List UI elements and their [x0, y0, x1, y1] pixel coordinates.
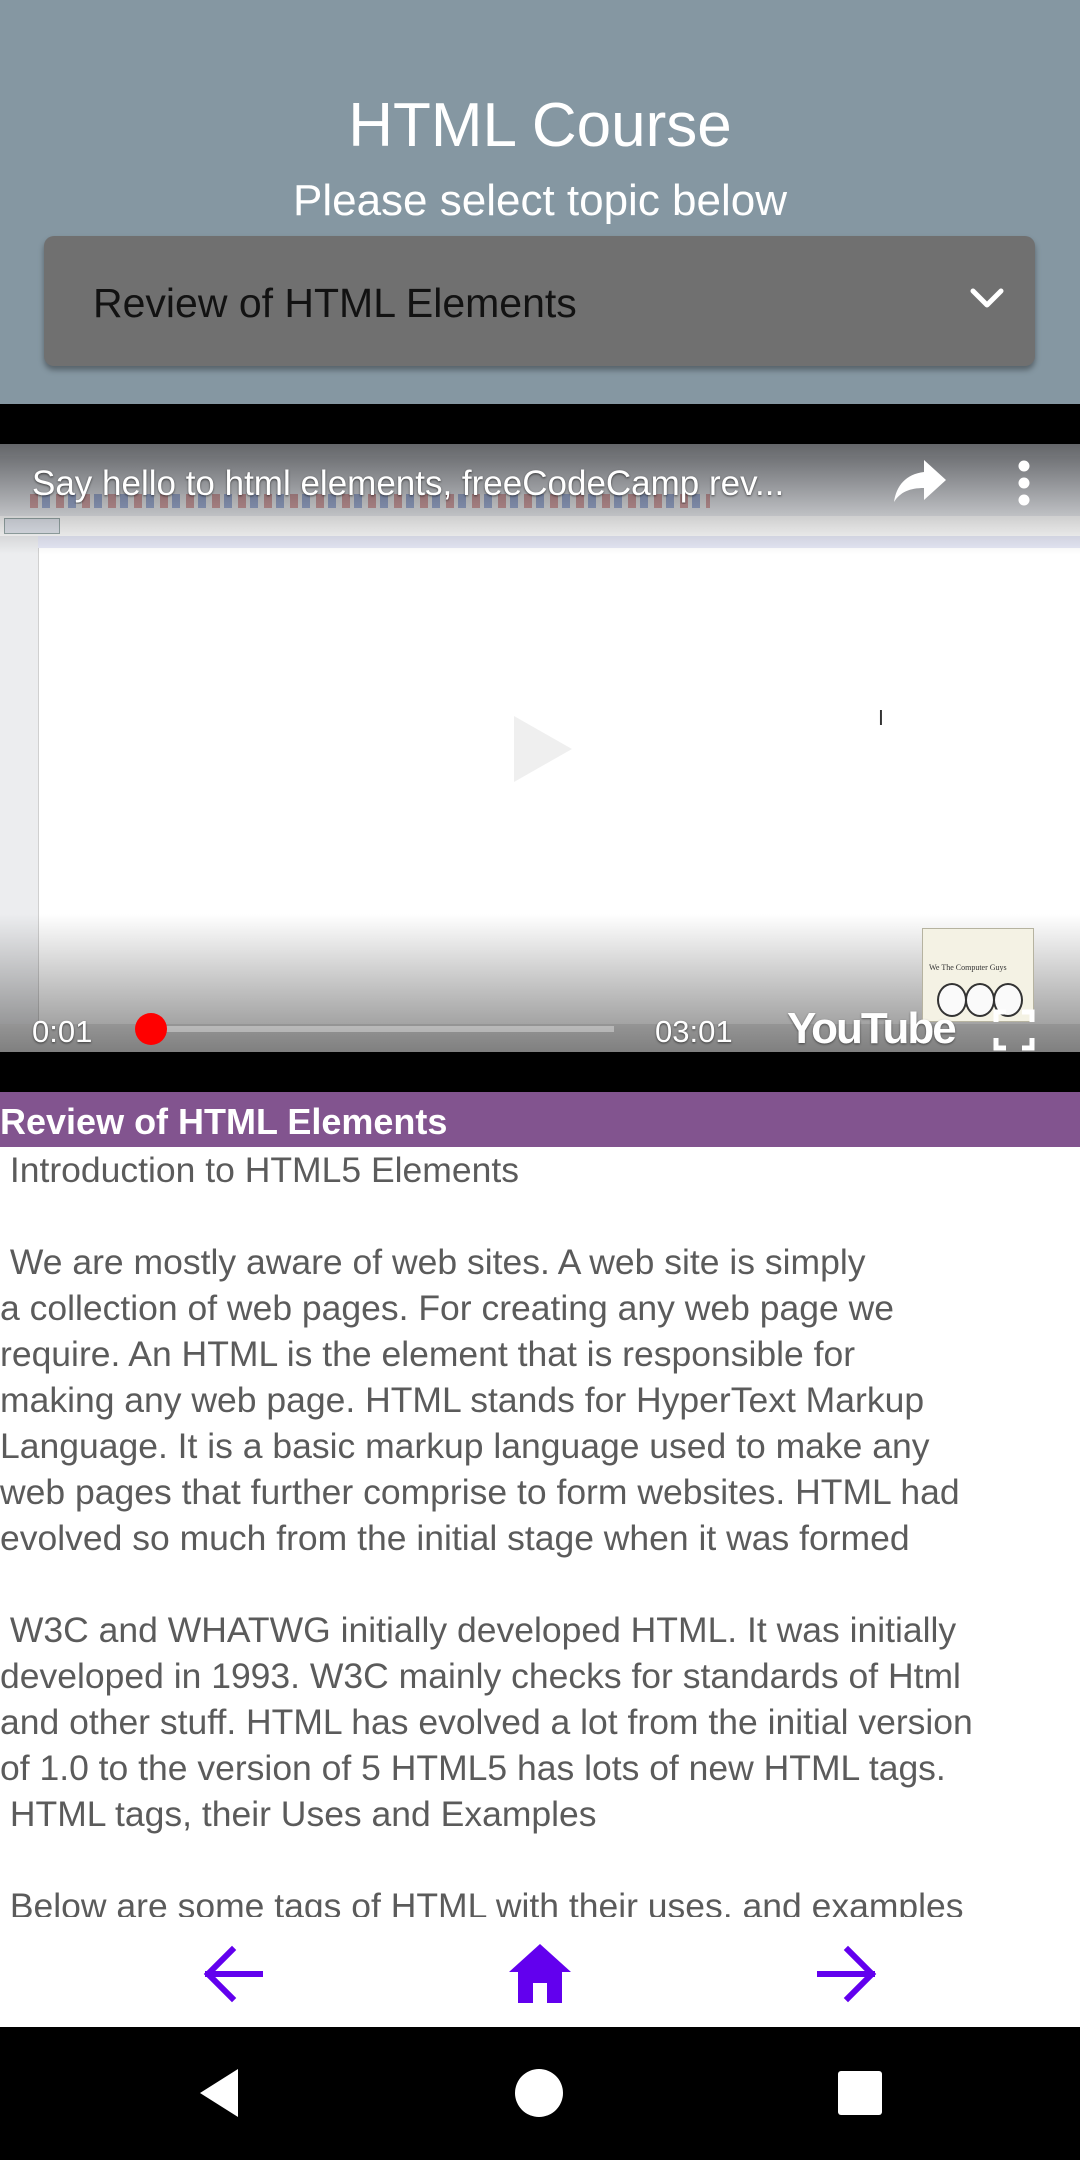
chevron-down-icon	[965, 276, 1009, 320]
next-button[interactable]	[812, 1939, 882, 2009]
text-cursor-icon: I	[878, 706, 884, 730]
back-triangle-icon	[192, 2069, 248, 2125]
video-title[interactable]: Say hello to html elements, freeCodeCamp…	[32, 464, 862, 504]
topic-select-value: Review of HTML Elements	[93, 280, 577, 326]
lesson-text: Introduction to HTML5 Elements We are mo…	[0, 1150, 973, 1917]
topic-select-dropdown[interactable]: Review of HTML Elements	[44, 236, 1035, 366]
home-icon	[505, 1944, 575, 2013]
app-header: HTML Course Please select topic below Re…	[0, 0, 1080, 404]
system-navigation-bar	[0, 2027, 1080, 2160]
previous-button[interactable]	[198, 1939, 268, 2009]
video-player[interactable]: I Say hello to html elements, freeCodeCa…	[0, 404, 1080, 1092]
home-button[interactable]	[505, 1939, 575, 2009]
system-home-button[interactable]	[511, 2065, 567, 2121]
play-icon[interactable]	[510, 714, 574, 784]
recents-square-icon	[832, 2071, 888, 2125]
bottom-nav	[0, 1917, 1080, 2027]
face-icon	[965, 983, 995, 1017]
arrow-back-icon	[198, 1945, 268, 2013]
more-vert-icon[interactable]	[1006, 458, 1042, 508]
video-frame[interactable]: I Say hello to html elements, freeCodeCa…	[0, 444, 1080, 1052]
share-icon[interactable]	[892, 456, 948, 506]
video-progress-bar[interactable]	[134, 1013, 614, 1045]
system-recents-button[interactable]	[832, 2065, 888, 2121]
home-circle-icon	[511, 2069, 567, 2125]
app-title: HTML Course	[348, 91, 732, 160]
video-progress-knob[interactable]	[134, 1013, 167, 1045]
content-scroll-area[interactable]: Introduction to HTML5 Elements We are mo…	[0, 1147, 1080, 1917]
fullscreen-icon[interactable]	[992, 1008, 1036, 1052]
section-header: Review of HTML Elements	[0, 1092, 1080, 1147]
app-subtitle: Please select topic below	[292, 176, 788, 225]
video-current-time: 0:01	[32, 1014, 93, 1049]
arrow-forward-icon	[812, 1945, 882, 2013]
thumbnail-caption: We The Computer Guys	[929, 963, 1007, 972]
system-back-button[interactable]	[192, 2065, 248, 2121]
section-title: Review of HTML Elements	[0, 1101, 448, 1142]
video-total-time: 03:01	[655, 1014, 733, 1049]
youtube-logo[interactable]: YouTube	[787, 1004, 957, 1052]
